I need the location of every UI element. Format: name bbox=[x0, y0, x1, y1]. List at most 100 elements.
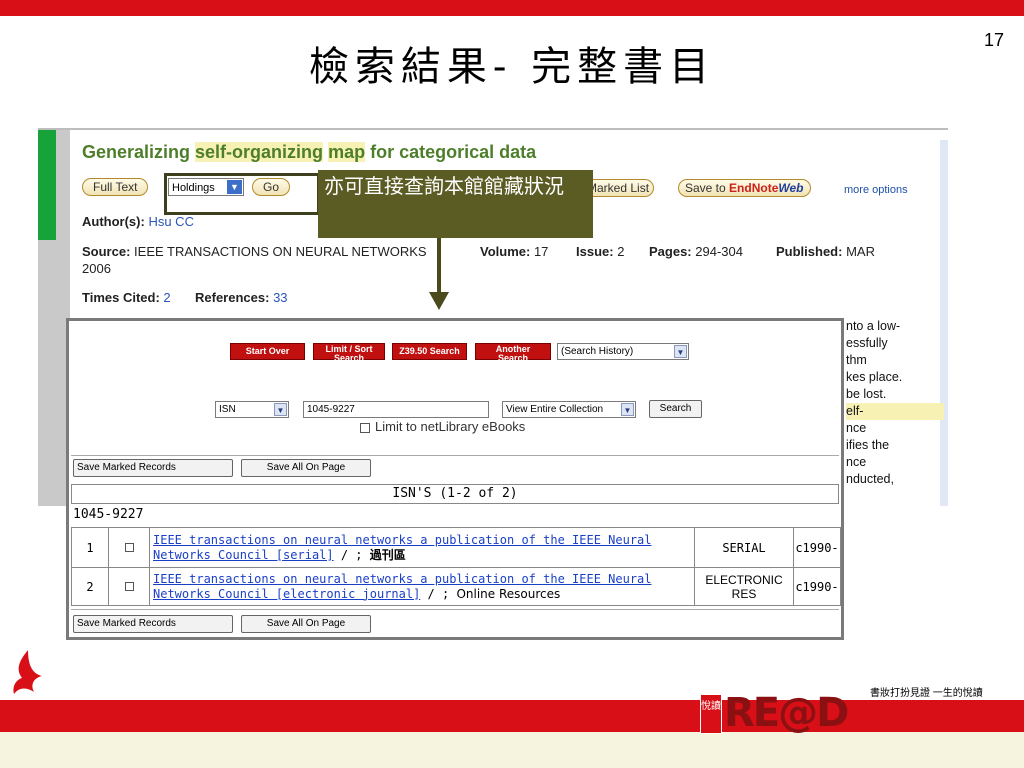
issue-label: Issue: bbox=[576, 244, 614, 259]
abstract-line: be lost. bbox=[846, 387, 887, 401]
result-location: Online Resources bbox=[456, 586, 561, 601]
abstract-line: elf- bbox=[846, 403, 944, 420]
start-over-button[interactable]: Start Over bbox=[230, 343, 305, 360]
wos-green-tab bbox=[38, 128, 56, 240]
volume-label: Volume: bbox=[480, 244, 531, 259]
full-text-button[interactable]: Full Text bbox=[82, 178, 149, 196]
published-value: MAR bbox=[846, 244, 875, 259]
save-to-endnote-button[interactable]: Save to EndNoteWeb bbox=[678, 179, 811, 197]
results-table: 1 IEEE transactions on neural networks a… bbox=[71, 527, 841, 606]
chevron-down-icon: ▼ bbox=[674, 345, 687, 358]
slide-title: 檢索結果- 完整書目 bbox=[308, 44, 716, 90]
save-all-on-page-button[interactable]: Save All On Page bbox=[241, 615, 371, 633]
times-cited-line: Times Cited: 2 bbox=[82, 290, 171, 305]
result-title-link[interactable]: Networks Council [serial] bbox=[153, 548, 334, 562]
author-link[interactable]: Hsu CC bbox=[148, 214, 194, 229]
z3950-search-button[interactable]: Z39.50 Search bbox=[392, 343, 467, 360]
results-header: ISN'S (1-2 of 2) bbox=[71, 484, 839, 504]
times-cited-link[interactable]: 2 bbox=[163, 290, 170, 305]
abstract-fragment: nto a low- essfully thm kes place. be lo… bbox=[846, 318, 944, 488]
top-red-bar bbox=[0, 0, 1024, 16]
result-separator: / ; bbox=[333, 547, 370, 562]
arrow-down-icon bbox=[437, 238, 441, 296]
abstract-line: thm bbox=[846, 353, 867, 367]
result-format: ELECTRONIC RES bbox=[694, 567, 794, 606]
result-separator: / ; bbox=[420, 586, 457, 601]
divider bbox=[71, 609, 839, 610]
author-label: Author(s): bbox=[82, 214, 145, 229]
references-label: References: bbox=[195, 290, 270, 305]
index-select[interactable]: ISN ▼ bbox=[215, 401, 289, 418]
group-heading: 1045-9227 bbox=[73, 507, 144, 522]
published-line: Published: MAR bbox=[776, 244, 875, 259]
page-number: 17 bbox=[984, 30, 1005, 50]
index-select-value: ISN bbox=[219, 404, 236, 415]
pages-value: 294-304 bbox=[695, 244, 743, 259]
references-link[interactable]: 33 bbox=[273, 290, 287, 305]
pages-label: Pages: bbox=[649, 244, 692, 259]
footer-slogan: 書妝打扮見證 一生的悅讀 bbox=[870, 688, 983, 699]
abstract-line: nce bbox=[846, 455, 867, 469]
result-format-line: RES bbox=[731, 586, 757, 601]
references-line: References: 33 bbox=[195, 290, 288, 305]
result-checkbox[interactable] bbox=[124, 582, 134, 591]
result-checkbox-cell bbox=[108, 567, 150, 606]
source-label: Source: bbox=[82, 244, 131, 259]
save-marked-records-button[interactable]: Save Marked Records bbox=[73, 615, 233, 633]
result-title-cell: IEEE transactions on neural networks a p… bbox=[149, 527, 695, 568]
abstract-line: nducted, bbox=[846, 472, 894, 486]
result-format: SERIAL bbox=[694, 527, 794, 568]
author-line: Author(s): Hsu CC bbox=[82, 214, 194, 229]
endnote-label: EndNote bbox=[729, 181, 779, 195]
published-year: 2006 bbox=[82, 261, 111, 276]
result-location: 過刊區 bbox=[369, 547, 406, 562]
table-row: 1 IEEE transactions on neural networks a… bbox=[71, 527, 841, 568]
collection-select[interactable]: View Entire Collection ▼ bbox=[502, 401, 636, 418]
abstract-line: ifies the bbox=[846, 438, 890, 452]
wos-top-divider bbox=[38, 128, 948, 130]
result-date: c1990- bbox=[793, 567, 841, 606]
another-search-button[interactable]: Another Search bbox=[475, 343, 551, 363]
footer-logo-side: 悅讀 bbox=[700, 694, 722, 734]
netlibrary-label: Limit to netLibrary eBooks bbox=[375, 419, 526, 434]
abstract-line: nce bbox=[846, 421, 867, 435]
title-part: Generalizing bbox=[82, 142, 196, 162]
table-row: 2 IEEE transactions on neural networks a… bbox=[71, 567, 841, 606]
pages-line: Pages: 294-304 bbox=[649, 244, 743, 259]
search-history-value: (Search History) bbox=[561, 346, 634, 357]
netlibrary-checkbox[interactable] bbox=[360, 423, 370, 433]
record-title[interactable]: Generalizing self-organizing map for cat… bbox=[82, 142, 536, 163]
more-options-link[interactable]: more options bbox=[844, 184, 908, 196]
abstract-line: essfully bbox=[846, 336, 888, 350]
abstract-line: kes place. bbox=[846, 370, 903, 384]
published-label: Published: bbox=[776, 244, 843, 259]
source-value: IEEE TRANSACTIONS ON NEURAL NETWORKS bbox=[134, 244, 427, 259]
title-highlight: map bbox=[328, 142, 366, 162]
issue-line: Issue: 2 bbox=[576, 244, 624, 259]
limit-sort-sub-label: Search bbox=[333, 353, 365, 363]
search-query-input[interactable]: 1045-9227 bbox=[303, 401, 489, 418]
times-cited-label: Times Cited: bbox=[82, 290, 160, 305]
result-date: c1990- bbox=[793, 527, 841, 568]
source-line: Source: IEEE TRANSACTIONS ON NEURAL NETW… bbox=[82, 244, 427, 259]
result-title-link[interactable]: IEEE transactions on neural networks a p… bbox=[153, 533, 652, 547]
search-button[interactable]: Search bbox=[649, 400, 702, 418]
save-marked-records-button[interactable]: Save Marked Records bbox=[73, 459, 233, 477]
result-title-link[interactable]: IEEE transactions on neural networks a p… bbox=[153, 572, 652, 586]
volume-line: Volume: 17 bbox=[480, 244, 548, 259]
limit-sort-search-button[interactable]: Limit / Sort Search bbox=[313, 343, 385, 363]
save-all-on-page-button[interactable]: Save All On Page bbox=[241, 459, 371, 477]
bottom-red-bar bbox=[0, 700, 1024, 732]
callout-note: 亦可直接查詢本館館藏狀況 bbox=[318, 170, 593, 238]
result-checkbox[interactable] bbox=[124, 543, 134, 552]
web-label: Web bbox=[778, 181, 804, 195]
result-title-link[interactable]: Networks Council [electronic journal] bbox=[153, 587, 420, 601]
title-highlight: self-organizing bbox=[195, 142, 324, 162]
chevron-down-icon: ▼ bbox=[274, 403, 287, 416]
result-checkbox-cell bbox=[108, 527, 150, 568]
divider bbox=[71, 455, 839, 456]
search-history-select[interactable]: (Search History) ▼ bbox=[557, 343, 689, 360]
issue-value: 2 bbox=[617, 244, 625, 259]
abstract-line: nto a low- bbox=[846, 319, 901, 333]
chevron-down-icon: ▼ bbox=[621, 403, 634, 416]
